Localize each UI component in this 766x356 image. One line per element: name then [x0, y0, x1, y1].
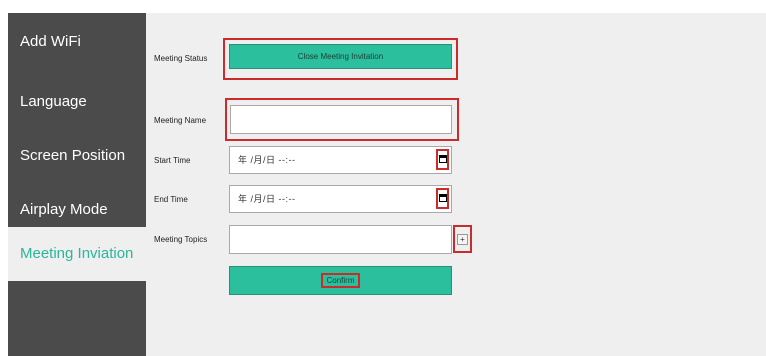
sidebar-item-label: Screen Position — [20, 147, 126, 164]
meeting-name-input[interactable] — [230, 105, 452, 134]
sidebar-item-label: Meeting Inviation — [20, 245, 134, 262]
meeting-topics-label: Meeting Topics — [154, 235, 208, 244]
start-time-label: Start Time — [154, 156, 191, 165]
meeting-invitation-panel: Meeting Status Close Meeting Invitation … — [146, 13, 766, 356]
sidebar-item-add-wifi[interactable]: Add WiFi — [8, 33, 146, 50]
sidebar-item-label: Add WiFi — [20, 33, 81, 50]
sidebar-item-screen-position[interactable]: Screen Position — [8, 147, 146, 164]
meeting-status-label: Meeting Status — [154, 54, 208, 63]
end-time-value: 年 /月/日 --:-- — [238, 194, 296, 204]
sidebar-item-label: Airplay Mode — [20, 201, 108, 218]
confirm-button[interactable]: Confirm — [229, 266, 452, 295]
start-time-value: 年 /月/日 --:-- — [238, 155, 296, 165]
plus-icon[interactable]: + — [457, 234, 468, 245]
meeting-topics-input[interactable] — [229, 225, 452, 254]
calendar-icon[interactable] — [439, 155, 447, 163]
sidebar-item-label: Language — [20, 93, 87, 110]
meeting-name-label: Meeting Name — [154, 116, 207, 125]
close-meeting-invitation-button[interactable]: Close Meeting Invitation — [229, 44, 452, 69]
add-topic-symbol: + — [460, 235, 465, 244]
sidebar-item-meeting-invitation[interactable]: Meeting Inviation — [8, 227, 146, 281]
calendar-icon[interactable] — [439, 194, 447, 202]
sidebar: Add WiFi Language Screen Position Airpla… — [8, 13, 146, 356]
close-meeting-invitation-label: Close Meeting Invitation — [297, 52, 384, 61]
end-time-label: End Time — [154, 195, 188, 204]
end-time-input[interactable]: 年 /月/日 --:-- — [229, 185, 452, 213]
confirm-label: Confirm — [321, 273, 360, 288]
sidebar-item-airplay-mode[interactable]: Airplay Mode — [8, 201, 146, 218]
sidebar-item-language[interactable]: Language — [8, 93, 146, 110]
start-time-input[interactable]: 年 /月/日 --:-- — [229, 146, 452, 174]
